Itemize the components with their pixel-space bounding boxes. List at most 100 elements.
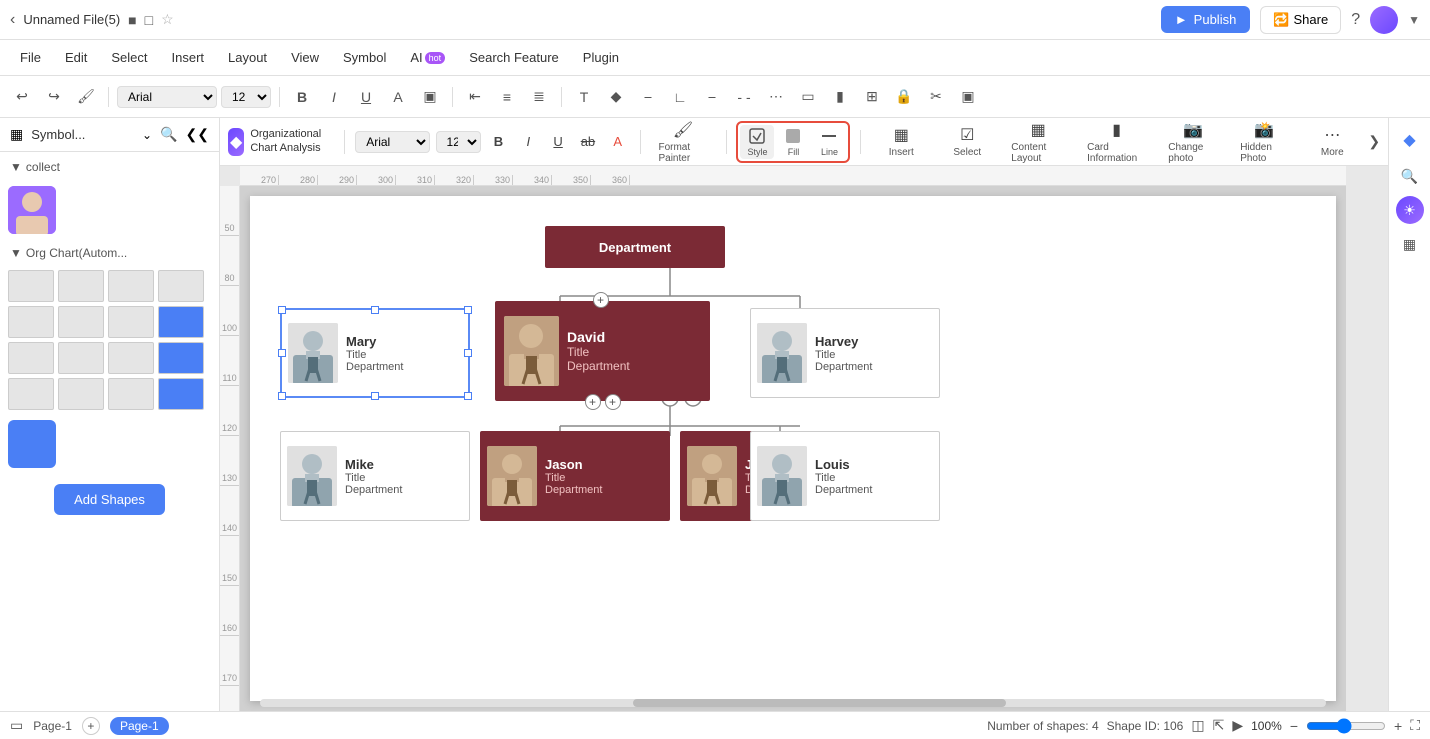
menu-insert[interactable]: Insert: [162, 46, 215, 69]
layers-icon[interactable]: ◫: [1191, 717, 1204, 734]
ctx-italic-button[interactable]: I: [516, 127, 540, 157]
italic-button[interactable]: I: [320, 83, 348, 111]
align-center-button[interactable]: ≡: [493, 83, 521, 111]
text-button[interactable]: T: [570, 83, 598, 111]
handle-tm[interactable]: [371, 306, 379, 314]
ctx-bold-button[interactable]: B: [487, 127, 511, 157]
back-icon[interactable]: ‹: [10, 11, 15, 29]
ctx-card-info-button[interactable]: ▮ Card Information: [1079, 118, 1154, 168]
ctx-font-family[interactable]: Arial: [355, 131, 429, 153]
org-thumb-14[interactable]: [58, 378, 104, 410]
org-node-jason[interactable]: Jason Title Department: [480, 431, 670, 521]
handle-bm[interactable]: [371, 392, 379, 400]
fullscreen-btn[interactable]: ⛶: [1410, 717, 1420, 734]
table-button[interactable]: ▣: [954, 83, 982, 111]
align-v-button[interactable]: ≣: [525, 83, 553, 111]
handle-br[interactable]: [464, 392, 472, 400]
ctx-change-photo-button[interactable]: 📷 Change photo: [1160, 118, 1226, 168]
menu-file[interactable]: File: [10, 46, 51, 69]
org-node-louis[interactable]: Louis Title Department: [750, 431, 940, 521]
sidebar-expand-icon[interactable]: ⌄: [142, 128, 152, 142]
shadow-button[interactable]: ▮: [826, 83, 854, 111]
ctx-underline-button[interactable]: U: [546, 127, 570, 157]
handle-mr[interactable]: [464, 349, 472, 357]
org-node-mary[interactable]: Mary Title Department: [280, 308, 470, 398]
org-label[interactable]: ▼ Org Chart(Autom...: [10, 242, 209, 264]
org-thumb-6[interactable]: [58, 306, 104, 338]
ctx-strikethrough-button[interactable]: ab: [576, 127, 600, 157]
dot-style-button[interactable]: ⋯: [762, 83, 790, 111]
underline-button[interactable]: U: [352, 83, 380, 111]
handle-tl[interactable]: [278, 306, 286, 314]
collect-label[interactable]: ▼ collect: [10, 156, 209, 178]
more-shapes-button[interactable]: ⊞: [858, 83, 886, 111]
david-add-bottom-1[interactable]: +: [585, 394, 601, 410]
zoom-out-btn[interactable]: −: [1290, 718, 1298, 734]
add-shapes-button[interactable]: Add Shapes: [54, 484, 165, 515]
lock-button[interactable]: 🔒: [890, 83, 918, 111]
ctx-hidden-photo-button[interactable]: 📸 Hidden Photo: [1232, 118, 1296, 168]
user-chevron[interactable]: ▼: [1408, 13, 1420, 27]
h-scrollbar-thumb[interactable]: [633, 699, 1006, 707]
publish-button[interactable]: ► Publish: [1161, 6, 1251, 33]
active-page-tab[interactable]: Page-1: [110, 717, 169, 735]
dash-style-button[interactable]: - -: [730, 83, 758, 111]
right-panel-search-btn[interactable]: 🔍: [1394, 160, 1426, 192]
menu-edit[interactable]: Edit: [55, 46, 97, 69]
share-button[interactable]: 🔁 Share: [1260, 6, 1341, 34]
org-thumb-8[interactable]: [158, 306, 204, 338]
right-panel-ai-btn[interactable]: ☀: [1396, 196, 1424, 224]
collect-avatar-thumb[interactable]: [8, 186, 56, 234]
connector-button[interactable]: ∟: [666, 83, 694, 111]
ctx-font-color-button[interactable]: A: [606, 127, 630, 157]
ctx-format-painter-button[interactable]: 🖌 Format Painter: [650, 118, 715, 168]
org-node-david[interactable]: + + +: [495, 301, 710, 401]
ctx-fill-button[interactable]: Fill: [776, 125, 810, 159]
org-thumb-2[interactable]: [58, 270, 104, 302]
fit-icon[interactable]: ⇱: [1213, 717, 1225, 734]
david-add-top[interactable]: +: [593, 292, 609, 308]
org-node-top[interactable]: Department: [545, 226, 725, 268]
ctx-line-button[interactable]: Line: [812, 125, 846, 159]
zoom-slider[interactable]: [1306, 718, 1386, 734]
menu-layout[interactable]: Layout: [218, 46, 277, 69]
font-family-select[interactable]: Arial: [117, 86, 217, 108]
handle-tr[interactable]: [464, 306, 472, 314]
big-blue-thumb[interactable]: [8, 420, 56, 468]
format-painter-button[interactable]: 🖌: [72, 83, 100, 111]
org-thumb-4[interactable]: [158, 270, 204, 302]
org-thumb-5[interactable]: [8, 306, 54, 338]
h-scrollbar[interactable]: [260, 699, 1326, 707]
avatar[interactable]: [1370, 6, 1398, 34]
menu-select[interactable]: Select: [101, 46, 157, 69]
ctx-style-button[interactable]: Style: [740, 125, 774, 159]
ctx-insert-button[interactable]: ▦ Insert: [871, 121, 931, 162]
menu-search-feature[interactable]: Search Feature: [459, 46, 569, 69]
save-icon[interactable]: ■: [128, 12, 136, 28]
org-thumb-7[interactable]: [108, 306, 154, 338]
highlight-button[interactable]: ▣: [416, 83, 444, 111]
org-thumb-15[interactable]: [108, 378, 154, 410]
ctx-select-button[interactable]: ☑ Select: [937, 121, 997, 162]
org-thumb-12[interactable]: [158, 342, 204, 374]
fill-button[interactable]: ◆: [602, 83, 630, 111]
export-icon[interactable]: □: [145, 12, 153, 28]
zoom-in-btn[interactable]: +: [1394, 718, 1402, 734]
ctx-expand-icon[interactable]: ❯: [1368, 133, 1380, 150]
david-add-bottom-2[interactable]: +: [605, 394, 621, 410]
ctx-content-layout-button[interactable]: ▦ Content Layout: [1003, 118, 1073, 168]
org-node-mike[interactable]: Mike Title Department: [280, 431, 470, 521]
bottom-page-icon[interactable]: ▭: [10, 717, 23, 734]
font-color-button[interactable]: A: [384, 83, 412, 111]
org-thumb-16[interactable]: [158, 378, 204, 410]
star-icon[interactable]: ☆: [161, 11, 174, 28]
canvas-surface[interactable]: + + ◀ ▶ Department: [240, 186, 1346, 711]
redo-button[interactable]: ↪: [40, 83, 68, 111]
org-thumb-13[interactable]: [8, 378, 54, 410]
org-thumb-1[interactable]: [8, 270, 54, 302]
ctx-font-size[interactable]: 12: [436, 131, 481, 153]
bold-button[interactable]: B: [288, 83, 316, 111]
font-size-select[interactable]: 12: [221, 86, 271, 108]
org-node-harvey[interactable]: Harvey Title Department: [750, 308, 940, 398]
menu-symbol[interactable]: Symbol: [333, 46, 396, 69]
